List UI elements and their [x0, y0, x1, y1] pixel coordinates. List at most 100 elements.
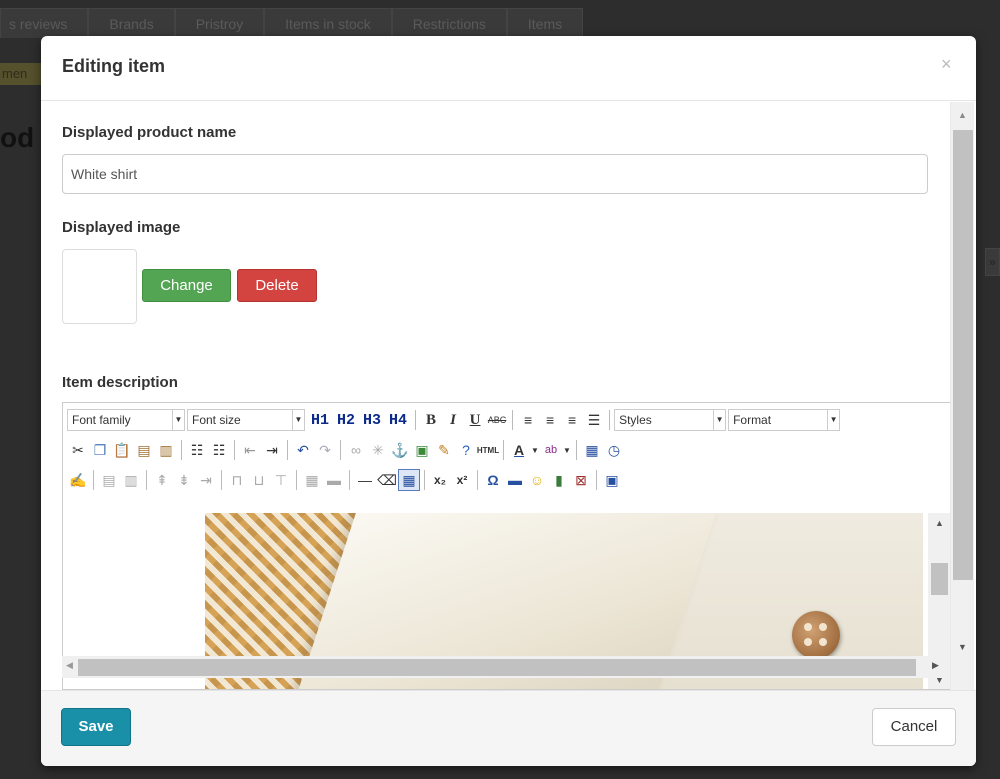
- heading-4-button[interactable]: H4: [389, 412, 407, 429]
- paste-text-icon[interactable]: ▤: [133, 439, 155, 461]
- insert-time-icon[interactable]: ◷: [603, 439, 625, 461]
- toolbar-separator: [503, 440, 504, 460]
- emoticon-icon[interactable]: ☺: [526, 469, 548, 491]
- scroll-up-icon[interactable]: ▲: [935, 518, 944, 528]
- link-icon[interactable]: ∞: [345, 439, 367, 461]
- insert-line-icon[interactable]: ▬: [504, 469, 526, 491]
- cancel-button[interactable]: Cancel: [872, 708, 956, 746]
- chevron-down-icon: ▼: [292, 410, 304, 430]
- background-tab: Restrictions: [391, 8, 507, 38]
- align-left-icon[interactable]: ≡: [517, 409, 539, 431]
- product-name-input[interactable]: [62, 154, 928, 194]
- outdent-icon[interactable]: ⇤: [239, 439, 261, 461]
- paste-word-icon[interactable]: ▥: [155, 439, 177, 461]
- change-image-button[interactable]: Change: [142, 269, 231, 302]
- table-row-props-icon[interactable]: ▤: [98, 469, 120, 491]
- align-right-icon[interactable]: ≡: [561, 409, 583, 431]
- horizontal-rule-icon[interactable]: —: [354, 469, 376, 491]
- styles-label: Styles: [619, 413, 652, 427]
- font-family-label: Font family: [72, 413, 131, 427]
- close-icon[interactable]: ×: [941, 54, 952, 75]
- insert-table-icon[interactable]: ▦: [398, 469, 420, 491]
- scrollbar-thumb[interactable]: [953, 130, 973, 580]
- strikethrough-icon[interactable]: ABC: [486, 409, 508, 431]
- bullet-list-icon[interactable]: ☷: [186, 439, 208, 461]
- scroll-right-icon[interactable]: ▶: [932, 660, 939, 671]
- paste-icon[interactable]: 📋: [111, 439, 133, 461]
- fullscreen-icon[interactable]: ▣: [601, 469, 623, 491]
- indent-icon[interactable]: ⇥: [261, 439, 283, 461]
- delete-image-button[interactable]: Delete: [237, 269, 317, 302]
- html-icon[interactable]: HTML: [477, 439, 499, 461]
- edit-icon[interactable]: ✍: [67, 469, 89, 491]
- unlink-icon[interactable]: ✳: [367, 439, 389, 461]
- styles-select[interactable]: Styles ▼: [614, 409, 727, 431]
- toolbar-separator: [415, 410, 417, 430]
- scroll-left-icon[interactable]: ◀: [66, 660, 73, 671]
- subscript-icon[interactable]: x₂: [429, 469, 451, 491]
- undo-icon[interactable]: ↶: [292, 439, 314, 461]
- align-justify-icon[interactable]: ☰: [583, 409, 605, 431]
- editor-toolbar-row-2: ✂ ❐ 📋 ▤ ▥ ☷ ☷ ⇤ ⇥ ↶ ↷ ∞ ✳ ⚓ ▣ ✎ ? HTML A…: [67, 436, 625, 464]
- heading-1-button[interactable]: H1: [311, 412, 329, 429]
- insert-row-after-icon[interactable]: ⇟: [173, 469, 195, 491]
- delete-col-icon[interactable]: ⊤: [270, 469, 292, 491]
- toolbar-separator: [477, 470, 478, 490]
- format-select[interactable]: Format ▼: [728, 409, 841, 431]
- numbered-list-icon[interactable]: ☷: [208, 439, 230, 461]
- insert-date-icon[interactable]: ▦: [581, 439, 603, 461]
- merge-cells-icon[interactable]: ▬: [323, 469, 345, 491]
- scrollbar-thumb[interactable]: [78, 659, 916, 676]
- insert-row-before-icon[interactable]: ⇞: [151, 469, 173, 491]
- editor-toolbar-row-3: ✍ ▤ ▥ ⇞ ⇟ ⇥ ⊓ ⊔ ⊤ ▦ ▬ — ⌫ ▦ x₂ x² Ω ▬ ☺ …: [67, 466, 623, 494]
- image-preview[interactable]: [62, 249, 137, 324]
- split-cells-icon[interactable]: ▦: [301, 469, 323, 491]
- media-icon[interactable]: ▮: [548, 469, 570, 491]
- redo-icon[interactable]: ↷: [314, 439, 336, 461]
- help-icon[interactable]: ?: [455, 439, 477, 461]
- chevron-down-icon[interactable]: ▼: [530, 439, 540, 461]
- highlight-color-icon[interactable]: ab: [540, 439, 562, 461]
- chevron-down-icon[interactable]: ▼: [562, 439, 572, 461]
- toolbar-separator: [424, 470, 425, 490]
- background-tab: Pristroy: [174, 8, 265, 38]
- save-button[interactable]: Save: [61, 708, 131, 746]
- scroll-down-icon[interactable]: ▼: [958, 642, 967, 652]
- superscript-icon[interactable]: x²: [451, 469, 473, 491]
- horizontal-scrollbar[interactable]: ◀ ▶: [62, 656, 950, 678]
- image-icon[interactable]: ▣: [411, 439, 433, 461]
- font-size-select[interactable]: Font size ▼: [187, 409, 305, 431]
- cut-icon[interactable]: ✂: [67, 439, 89, 461]
- modal-body: Displayed product name Displayed image C…: [41, 102, 976, 690]
- italic-icon[interactable]: I: [442, 409, 464, 431]
- font-family-select[interactable]: Font family ▼: [67, 409, 185, 431]
- delete-row-icon[interactable]: ⇥: [195, 469, 217, 491]
- pagebreak-icon[interactable]: ⊠: [570, 469, 592, 491]
- insert-col-after-icon[interactable]: ⊔: [248, 469, 270, 491]
- modal-vertical-scrollbar[interactable]: ▲ ▼: [950, 102, 974, 690]
- format-label: Format: [733, 413, 772, 427]
- heading-3-button[interactable]: H3: [363, 412, 381, 429]
- align-center-icon[interactable]: ≡: [539, 409, 561, 431]
- underline-icon[interactable]: U: [464, 409, 486, 431]
- toolbar-separator: [234, 440, 235, 460]
- scroll-up-icon[interactable]: ▲: [958, 110, 967, 120]
- bold-icon[interactable]: B: [420, 409, 442, 431]
- special-char-icon[interactable]: Ω: [482, 469, 504, 491]
- anchor-icon[interactable]: ⚓: [389, 439, 411, 461]
- description-label: Item description: [62, 374, 178, 391]
- scrollbar-thumb[interactable]: [931, 563, 948, 595]
- text-color-icon[interactable]: A: [508, 439, 530, 461]
- background-heading: od: [0, 122, 35, 153]
- cleanup-icon[interactable]: ✎: [433, 439, 455, 461]
- remove-format-icon[interactable]: ⌫: [376, 469, 398, 491]
- image-label: Displayed image: [62, 219, 181, 236]
- table-cell-props-icon[interactable]: ▥: [120, 469, 142, 491]
- toolbar-separator: [512, 410, 514, 430]
- heading-2-button[interactable]: H2: [337, 412, 355, 429]
- copy-icon[interactable]: ❐: [89, 439, 111, 461]
- button-hole: [819, 623, 827, 631]
- insert-col-before-icon[interactable]: ⊓: [226, 469, 248, 491]
- rich-text-editor: Font family ▼ Font size ▼ H1 H2 H3 H4 B …: [62, 402, 950, 690]
- toolbar-separator: [93, 470, 94, 490]
